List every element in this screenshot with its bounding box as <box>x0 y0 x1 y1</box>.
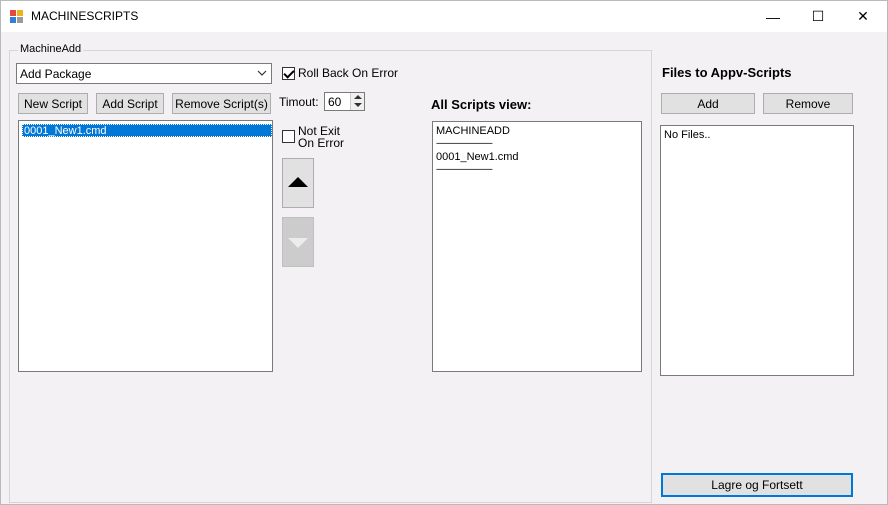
rollback-checkbox[interactable] <box>282 67 295 80</box>
not-exit-checkbox[interactable] <box>282 130 295 143</box>
window-title: MACHINESCRIPTS <box>31 9 139 23</box>
minimize-button[interactable]: — <box>750 1 796 32</box>
maximize-button[interactable]: ☐ <box>795 1 841 32</box>
triangle-down-icon <box>288 238 308 248</box>
timeout-spinbox[interactable]: 60 <box>324 92 365 111</box>
spin-arrows[interactable] <box>350 93 364 110</box>
appv-add-button[interactable]: Add <box>661 93 755 114</box>
new-script-button[interactable]: New Script <box>18 93 88 114</box>
timeout-value: 60 <box>328 95 342 109</box>
close-button[interactable]: ✕ <box>840 1 886 32</box>
script-line: MACHINEADD <box>436 125 510 137</box>
remove-script-button[interactable]: Remove Script(s) <box>172 93 271 114</box>
close-icon: ✕ <box>857 8 869 24</box>
maximize-icon: ☐ <box>811 8 825 24</box>
list-item[interactable]: 0001_New1.cmd <box>22 124 272 137</box>
timeout-label: Timout: <box>279 95 319 109</box>
move-up-button[interactable] <box>282 158 314 208</box>
script-line: ---------------------------- <box>436 164 493 174</box>
appv-remove-button[interactable]: Remove <box>763 93 853 114</box>
app-window-icon <box>10 10 24 23</box>
main-window: MACHINESCRIPTS — ☐ ✕ MachineAdd Add Pack… <box>0 0 888 505</box>
script-line: ---------------------------- <box>436 138 493 148</box>
move-down-button[interactable] <box>282 217 314 267</box>
triangle-up-icon <box>288 177 308 187</box>
appv-files-listbox[interactable]: No Files.. <box>660 125 854 376</box>
minimize-icon: — <box>766 8 780 25</box>
scripts-listbox[interactable]: 0001_New1.cmd <box>18 120 273 372</box>
not-exit-label-line2: On Error <box>298 136 345 150</box>
script-line: 0001_New1.cmd <box>436 151 519 163</box>
save-continue-button[interactable]: Lagre og Fortsett <box>661 473 853 497</box>
appv-heading: Files to Appv-Scripts <box>662 65 792 80</box>
add-script-button[interactable]: Add Script <box>96 93 164 114</box>
all-scripts-textbox[interactable]: MACHINEADD ---------------------------- … <box>432 121 642 372</box>
spin-down-icon[interactable] <box>354 103 362 107</box>
chevron-down-icon <box>257 70 267 76</box>
group-label: MachineAdd <box>18 43 84 55</box>
empty-text: No Files.. <box>664 129 711 141</box>
spin-up-icon[interactable] <box>354 95 362 99</box>
title-bar[interactable]: MACHINESCRIPTS — ☐ ✕ <box>1 1 887 32</box>
rollback-label: Roll Back On Error <box>298 66 399 80</box>
all-scripts-heading: All Scripts view: <box>431 97 532 112</box>
package-combobox-value: Add Package <box>20 67 92 81</box>
package-combobox[interactable]: Add Package <box>16 63 272 84</box>
